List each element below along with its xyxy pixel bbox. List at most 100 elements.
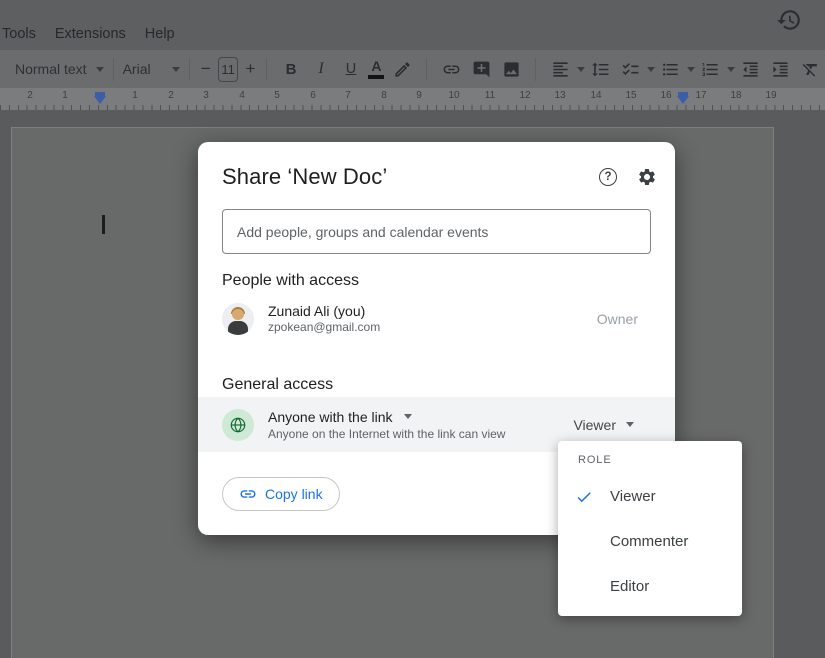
toolbar-divider bbox=[266, 58, 267, 81]
underline-button[interactable]: U bbox=[338, 56, 364, 82]
general-access-heading: General access bbox=[222, 376, 333, 394]
toolbar-divider bbox=[113, 58, 114, 81]
ruler-number: 5 bbox=[274, 90, 280, 101]
increase-font-size-button[interactable]: + bbox=[244, 59, 257, 79]
role-dropdown-menu: ROLE Viewer Commenter Editor bbox=[558, 441, 742, 616]
ruler-number: 4 bbox=[239, 90, 245, 101]
role-menu-header: ROLE bbox=[558, 454, 742, 474]
right-indent-marker[interactable] bbox=[677, 92, 689, 104]
decrease-font-size-button[interactable]: − bbox=[199, 59, 212, 79]
ruler-number: 8 bbox=[381, 90, 387, 101]
dialog-title: Share ‘New Doc’ bbox=[222, 164, 387, 190]
scope-value: Anyone with the link bbox=[268, 408, 393, 426]
bullet-list-button[interactable] bbox=[655, 56, 695, 82]
person-name: Zunaid Ali (you) bbox=[268, 303, 380, 320]
globe-icon bbox=[222, 409, 254, 441]
checklist-button[interactable] bbox=[615, 56, 655, 82]
align-left-icon bbox=[547, 56, 573, 82]
role-item-label: Viewer bbox=[610, 488, 656, 505]
insert-link-icon[interactable] bbox=[438, 56, 464, 82]
paragraph-style-selector[interactable]: Normal text bbox=[15, 61, 104, 77]
checklist-icon bbox=[617, 56, 643, 82]
text-color-button[interactable]: A bbox=[368, 59, 385, 79]
ruler-number: 10 bbox=[448, 90, 459, 101]
chevron-down-icon bbox=[647, 67, 655, 72]
text-color-bar bbox=[368, 75, 384, 79]
clear-formatting-icon[interactable] bbox=[797, 56, 823, 82]
numbered-list-button[interactable] bbox=[695, 56, 735, 82]
settings-icon[interactable] bbox=[635, 165, 659, 189]
help-icon[interactable]: ? bbox=[596, 165, 620, 189]
menu-tools[interactable]: Tools bbox=[2, 26, 36, 42]
chevron-down-icon bbox=[96, 67, 104, 72]
check-placeholder bbox=[575, 533, 593, 551]
decrease-indent-icon[interactable] bbox=[737, 56, 763, 82]
ruler-number: 15 bbox=[625, 90, 636, 101]
font-size-input[interactable]: 11 bbox=[218, 57, 238, 82]
ruler-number: 6 bbox=[310, 90, 316, 101]
chevron-down-icon bbox=[727, 67, 735, 72]
check-icon bbox=[575, 488, 593, 506]
check-placeholder bbox=[575, 578, 593, 596]
ruler-number: 1 bbox=[62, 90, 68, 101]
ruler-number: 12 bbox=[519, 90, 530, 101]
role-menu-item-editor[interactable]: Editor bbox=[558, 564, 742, 609]
text-cursor bbox=[102, 215, 105, 234]
person-email: zpokean@gmail.com bbox=[268, 320, 380, 335]
menu-items: Tools Extensions Help bbox=[2, 26, 175, 42]
ruler-number: 2 bbox=[168, 90, 174, 101]
ruler-number: 11 bbox=[485, 90, 495, 101]
font-selector[interactable]: Arial bbox=[123, 61, 181, 77]
bullet-list-icon bbox=[657, 56, 683, 82]
left-indent-marker[interactable] bbox=[94, 92, 106, 104]
menu-bar: Tools Extensions Help bbox=[0, 0, 825, 50]
copy-link-label: Copy link bbox=[265, 486, 323, 502]
numbered-list-icon bbox=[697, 56, 723, 82]
italic-button[interactable]: I bbox=[308, 56, 334, 82]
ruler-number: 18 bbox=[730, 90, 741, 101]
font-value: Arial bbox=[123, 61, 151, 77]
ruler-number: 9 bbox=[416, 90, 422, 101]
add-comment-icon[interactable] bbox=[468, 56, 494, 82]
menu-extensions[interactable]: Extensions bbox=[55, 26, 126, 42]
increase-indent-icon[interactable] bbox=[767, 56, 793, 82]
text-color-glyph: A bbox=[371, 59, 381, 74]
general-access-description: Anyone on the Internet with the link can… bbox=[268, 426, 505, 442]
add-people-input[interactable] bbox=[222, 209, 651, 254]
general-access-scope-selector[interactable]: Anyone with the link bbox=[268, 408, 505, 426]
ruler-number: 16 bbox=[660, 90, 671, 101]
toolbar-divider bbox=[426, 58, 427, 81]
align-button[interactable] bbox=[545, 56, 585, 82]
highlight-color-icon[interactable] bbox=[389, 56, 415, 82]
people-with-access-heading: People with access bbox=[222, 272, 359, 290]
avatar bbox=[222, 303, 254, 335]
formatting-toolbar: Normal text Arial − 11 + B I U A bbox=[0, 50, 825, 88]
paragraph-style-value: Normal text bbox=[15, 61, 87, 77]
menu-help[interactable]: Help bbox=[145, 26, 175, 42]
person-row: Zunaid Ali (you) zpokean@gmail.com Owner bbox=[222, 302, 651, 336]
ruler-number: 3 bbox=[203, 90, 209, 101]
insert-image-icon[interactable] bbox=[498, 56, 524, 82]
person-role-owner: Owner bbox=[597, 311, 638, 327]
chevron-down-icon bbox=[404, 414, 412, 419]
general-access-role-selector[interactable]: Viewer bbox=[573, 417, 634, 433]
ruler-number: 13 bbox=[554, 90, 565, 101]
chevron-down-icon bbox=[172, 67, 180, 72]
chevron-down-icon bbox=[626, 422, 634, 427]
ruler-number: 17 bbox=[695, 90, 706, 101]
ruler-number: 1 bbox=[132, 90, 138, 101]
copy-link-button[interactable]: Copy link bbox=[222, 477, 340, 511]
bold-button[interactable]: B bbox=[278, 56, 304, 82]
version-history-icon[interactable] bbox=[776, 7, 802, 33]
role-value: Viewer bbox=[573, 417, 616, 433]
chevron-down-icon bbox=[577, 67, 585, 72]
toolbar-divider bbox=[535, 58, 536, 81]
role-menu-item-viewer[interactable]: Viewer bbox=[558, 474, 742, 519]
horizontal-ruler: 2112345678910111213141516171819 bbox=[0, 88, 825, 110]
ruler-number: 7 bbox=[345, 90, 351, 101]
role-item-label: Commenter bbox=[610, 533, 688, 550]
role-menu-item-commenter[interactable]: Commenter bbox=[558, 519, 742, 564]
ruler-number: 19 bbox=[765, 90, 776, 101]
line-spacing-icon[interactable] bbox=[587, 56, 613, 82]
chevron-down-icon bbox=[687, 67, 695, 72]
